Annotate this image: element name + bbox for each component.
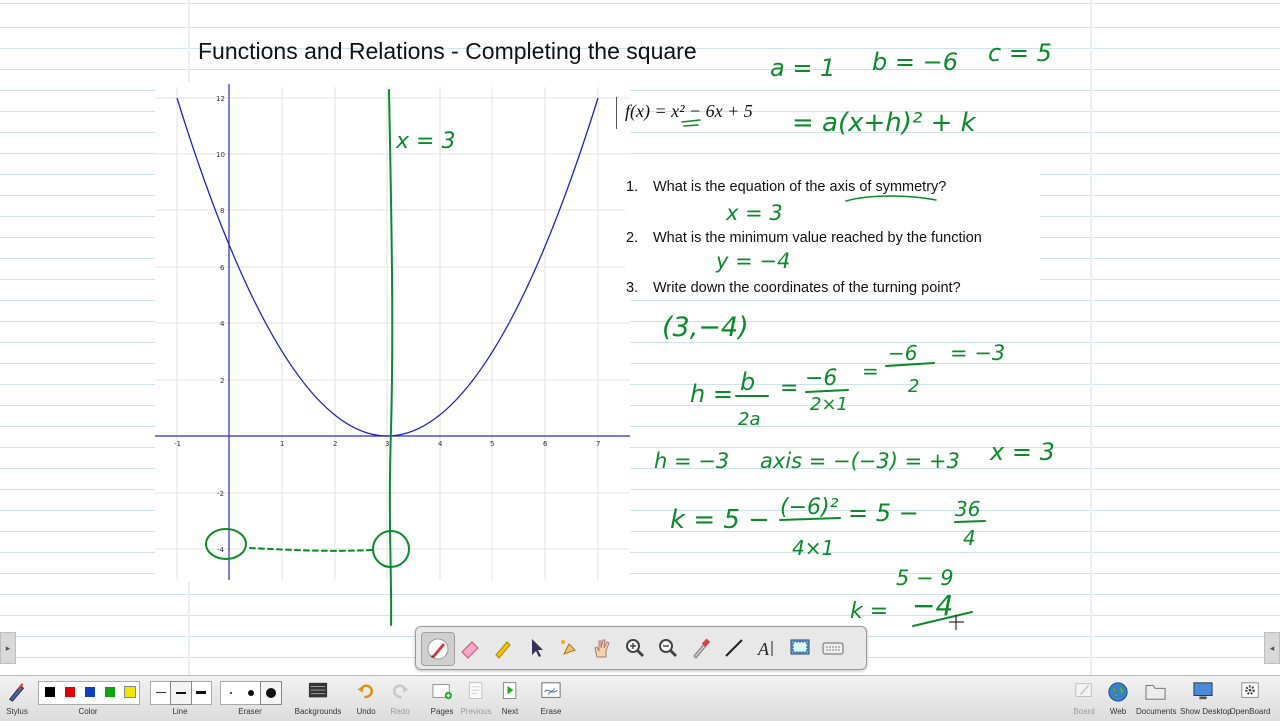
- ink-k-num2: 36: [955, 497, 980, 521]
- line-icon[interactable]: [718, 632, 750, 664]
- ink-k-den2: 4: [963, 526, 976, 550]
- ink-symmetry-line: [388, 89, 394, 626]
- text-icon[interactable]: A: [751, 632, 783, 664]
- whiteboard-canvas[interactable]: Functions and Relations - Completing the…: [0, 0, 1280, 675]
- pages-icon: [432, 684, 452, 700]
- ink-h-den3: 2: [908, 376, 919, 397]
- next-button[interactable]: Next: [496, 678, 524, 720]
- line-group: Line: [172, 707, 188, 716]
- show-desktop-button[interactable]: Show Desktop: [1180, 678, 1232, 720]
- backgrounds-icon: [308, 682, 328, 698]
- keyboard-icon[interactable]: [817, 632, 849, 664]
- hand-icon[interactable]: [586, 632, 618, 664]
- ink-h-den: 2a: [738, 409, 760, 430]
- previous-button[interactable]: Previous: [460, 678, 492, 720]
- ink-h-eq2: =: [780, 376, 798, 401]
- ink-h-eq3: =: [862, 359, 879, 383]
- marker-icon[interactable]: [487, 632, 519, 664]
- ink-coeff-a: a = 1: [770, 54, 835, 82]
- ink-h-result: = −3: [950, 341, 1005, 365]
- undo-button[interactable]: Undo: [352, 678, 380, 720]
- ink-h-line-1: h = −3: [654, 449, 729, 473]
- zoom-in-icon[interactable]: [619, 632, 651, 664]
- ink-k-den: 4×1: [792, 536, 834, 560]
- documents-button[interactable]: Documents: [1136, 678, 1176, 720]
- ink-coeff-b: b = −6: [872, 48, 958, 76]
- svg-text:A: A: [757, 639, 770, 659]
- redo-icon: [392, 684, 409, 699]
- ink-h-num2: −6: [805, 366, 837, 391]
- ink-h-num3: −6: [888, 341, 917, 365]
- ink-answer-2: y = −4: [715, 249, 790, 273]
- ink-h-line-2: axis = −(−3) = +3: [760, 449, 960, 473]
- globe-icon: [1108, 682, 1128, 702]
- ink-h-eq: h =: [690, 380, 733, 408]
- left-panel-handle[interactable]: ▸: [0, 632, 16, 664]
- ink-k-sub: 5 − 9: [896, 566, 954, 590]
- ink-h-line-3: x = 3: [989, 438, 1055, 466]
- ink-x-underline: [681, 119, 701, 127]
- erase-page-icon: [541, 682, 561, 698]
- pages-button[interactable]: Pages: [428, 678, 456, 720]
- ink-dashed-line: [249, 547, 373, 552]
- board-icon: [1075, 683, 1092, 697]
- ink-answer-1: x = 3: [725, 201, 783, 225]
- ink-layer: a = 1 b = −6 c = 5 = a(x+h)² + k x = 3 x…: [205, 39, 1055, 630]
- stylus-icon: [8, 683, 25, 702]
- stylus-button[interactable]: Stylus: [2, 678, 32, 720]
- backgrounds-button[interactable]: Backgrounds: [292, 678, 344, 720]
- color-group: Color: [78, 707, 98, 716]
- previous-page-icon: [468, 682, 483, 699]
- bottom-toolbar: Stylus Color Line Eraser Backgrounds Und…: [0, 675, 1280, 721]
- ink-frac-bar: [954, 520, 986, 523]
- tool-palette: A: [415, 626, 867, 670]
- pointer-icon[interactable]: [520, 632, 552, 664]
- redo-button[interactable]: Redo: [386, 678, 414, 720]
- ink-coeff-c: c = 5: [988, 39, 1052, 67]
- ink-circle-yaxis: [205, 528, 247, 560]
- erase-button[interactable]: Erase: [537, 678, 565, 720]
- highlighter-eraser-icon[interactable]: [454, 632, 486, 664]
- eraser-group: Eraser: [238, 707, 262, 716]
- capture-icon[interactable]: [784, 632, 816, 664]
- ink-answer-3: (3,−4): [662, 312, 749, 343]
- right-panel-handle[interactable]: ◂: [1264, 632, 1280, 664]
- ink-k-eq: k = 5 −: [670, 505, 770, 535]
- web-button[interactable]: Web: [1104, 678, 1132, 720]
- ink-h-num: b: [740, 368, 755, 396]
- ink-underline: [845, 195, 937, 202]
- desktop-icon: [1193, 682, 1213, 700]
- pipette-icon[interactable]: [685, 632, 717, 664]
- ink-k-num: (−6)²: [780, 495, 839, 520]
- ink-axis-note: x = 3: [395, 129, 455, 154]
- stylus-pen-icon[interactable]: [421, 632, 455, 666]
- next-page-icon: [502, 682, 517, 699]
- gear-icon: [1241, 682, 1259, 698]
- ink-vertex-form: = a(x+h)² + k: [792, 108, 977, 138]
- laser-pointer-icon[interactable]: [553, 632, 585, 664]
- zoom-out-icon[interactable]: [652, 632, 684, 664]
- undo-icon: [357, 684, 374, 699]
- ink-k-result-label: k =: [850, 599, 888, 624]
- folder-icon: [1145, 685, 1166, 700]
- board-button[interactable]: Board: [1070, 678, 1098, 720]
- openboard-menu-button[interactable]: OpenBoard: [1228, 678, 1272, 720]
- ink-k-eq2: = 5 −: [848, 499, 919, 527]
- ink-h-den2: 2×1: [810, 394, 848, 415]
